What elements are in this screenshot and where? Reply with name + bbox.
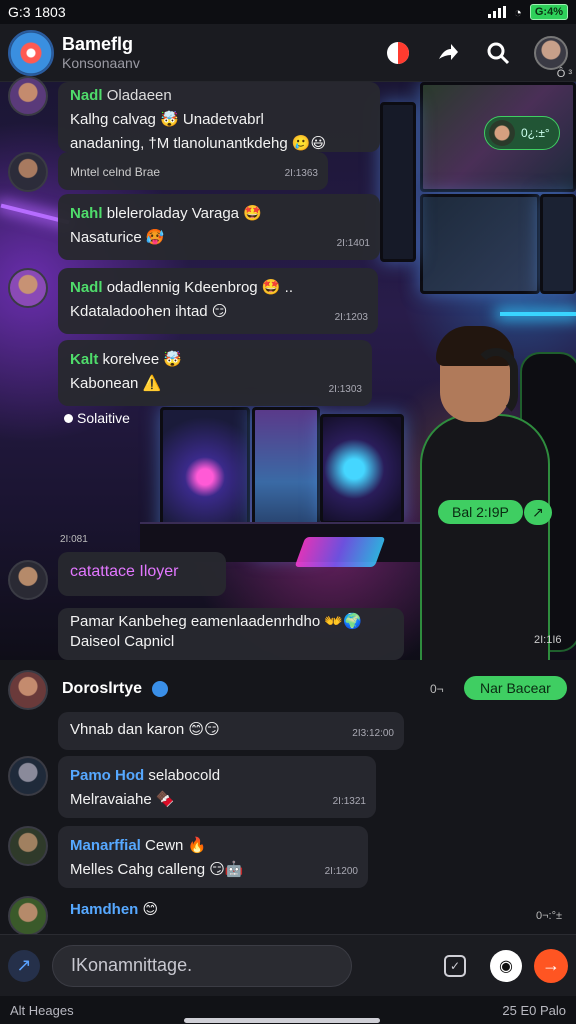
message-text: Kdataladoohen ihtad 😏	[70, 303, 228, 320]
status-chip[interactable]: 0¿:±°	[484, 116, 560, 150]
wall-monitor	[420, 194, 540, 294]
gamer-figure	[420, 326, 550, 660]
status-bar: G:3 1803 ◔ G:4%	[0, 0, 576, 24]
solaitive-label: Solaitive	[64, 410, 130, 426]
message-text: Kabonean ⚠️	[70, 375, 162, 392]
desk-monitor	[320, 414, 404, 524]
message-input[interactable]	[52, 944, 352, 987]
battery-indicator: G:4%	[529, 4, 568, 20]
message-text: Pamar Kanbeheg eamenlaadenrhdho 👐🌍	[70, 613, 362, 630]
sender-name: Hamdhen	[70, 901, 139, 918]
signal-icon	[488, 6, 507, 18]
sender-name: Pamo Hod	[70, 767, 145, 784]
attach-icon[interactable]: ↗	[8, 949, 40, 982]
chat-subtitle: Konsonaanv	[62, 55, 140, 71]
user-avatar[interactable]	[8, 756, 48, 796]
message-bubble[interactable]: Manarffial Cewn 🔥 Melles Cahg calleng 😏🤖…	[58, 826, 368, 888]
search-icon[interactable]	[484, 39, 512, 67]
message-time: 2I:1303	[328, 384, 362, 395]
sender-name: Nadl	[70, 279, 103, 296]
message-time: 2I:1321	[332, 796, 366, 807]
message-bubble[interactable]: Nadl odadlennig Kdeenbrog 🤩 .. Kdatalado…	[58, 268, 378, 334]
rgb-keyboard	[294, 537, 386, 567]
sender-extra: odadlennig Kdeenbrog 🤩 ..	[106, 279, 294, 296]
section-time-hint: 0¬	[430, 682, 444, 696]
message-bubble[interactable]: Vhnab dan karon 😊😏 2I3:12:00	[58, 712, 404, 750]
chat-header: Bameflg Konsonaanv Ô ³	[0, 24, 576, 82]
sender-name: Nahl	[70, 205, 103, 222]
verified-icon	[152, 680, 169, 697]
message-bubble[interactable]: Hamdhen 😊	[58, 896, 178, 936]
message-time: 2I:1363	[284, 168, 318, 179]
message-bubble[interactable]: Nahl bleleroladay Varaga 🤩 Nasaturice 🥵 …	[58, 194, 380, 260]
message-text: Nasaturice 🥵	[70, 229, 165, 246]
message-time: 2I3:12:00	[352, 728, 394, 739]
wall-monitor	[380, 102, 416, 262]
send-button[interactable]: →	[534, 948, 568, 983]
message-text: catattace Iloyer	[70, 563, 179, 580]
sender-extra: 😊	[142, 901, 159, 918]
chat-title-block[interactable]: Bameflg Konsonaanv	[62, 34, 384, 71]
share-icon[interactable]	[434, 39, 462, 67]
user-avatar[interactable]	[8, 826, 48, 866]
message-text: Kalhg calvag 🤯 Unadetvabrl	[70, 111, 264, 128]
user-avatar[interactable]	[8, 670, 48, 710]
solaitive-icon	[64, 414, 73, 423]
sender-section-header: Doroslrtye	[62, 680, 169, 698]
profile-avatar[interactable]	[534, 35, 568, 70]
user-avatar[interactable]	[8, 896, 48, 936]
outgoing-bubble[interactable]: ↗	[524, 500, 552, 525]
sender-extra: Cewn 🔥	[145, 837, 207, 854]
sender-name: Manarffial	[70, 837, 141, 854]
message-time: 2I:1401	[336, 238, 370, 249]
wifi-icon: ◔	[514, 4, 522, 20]
outgoing-bubble[interactable]: Bal 2:I9P	[438, 500, 523, 524]
message-text: Vhnab dan karon 😊😏	[70, 721, 220, 738]
scene-time: 2I:081	[60, 534, 88, 545]
user-avatar[interactable]	[8, 76, 48, 116]
message-text: Melravaiahe 🍫	[70, 791, 175, 808]
status-time: G:3 1803	[8, 4, 66, 20]
sender-extra: bleleroladay Varaga 🤩	[106, 205, 262, 222]
message-time: 2I:1203	[334, 312, 368, 323]
footer-left[interactable]: Alt Heages	[10, 1003, 74, 1018]
user-avatar[interactable]	[8, 560, 48, 600]
home-indicator[interactable]	[184, 1018, 380, 1023]
chip-avatar	[489, 120, 515, 146]
message-bubble[interactable]: catattace Iloyer	[58, 552, 226, 596]
sender-extra: korelvee 🤯	[102, 351, 183, 368]
pinned-time: 0¬:°±	[536, 910, 563, 922]
chip-text: 0¿:±°	[521, 126, 550, 140]
message-text: Melles Cahg calleng 😏🤖	[70, 861, 244, 878]
message-text: Mntel celnd Brae	[70, 165, 161, 179]
message-bubble[interactable]: Pamar Kanbeheg eamenlaadenrhdho 👐🌍 Daise…	[58, 608, 404, 660]
sender-name: Kalt	[70, 351, 99, 368]
wall-monitor	[540, 194, 576, 294]
camera-icon[interactable]: ◉	[490, 949, 522, 982]
message-bubble[interactable]: Pamo Hod selabocold Melravaiahe 🍫 2I:132…	[58, 756, 376, 818]
message-text: Daiseol Capnicl	[70, 633, 175, 650]
message-composer: ↗ ✓ ◉ →	[0, 934, 576, 996]
input-wrapper: ✓	[52, 944, 478, 987]
sticker-icon[interactable]: ✓	[444, 954, 466, 977]
neon-strip	[500, 312, 576, 316]
sender-name: Nadl	[70, 87, 103, 104]
message-bubble[interactable]: Kalt korelvee 🤯 Kabonean ⚠️ 2I:1303	[58, 340, 372, 406]
user-avatar[interactable]	[8, 152, 48, 192]
sender-extra: Oladaeen	[106, 87, 172, 104]
group-avatar[interactable]	[8, 29, 54, 76]
sender-extra: selabocold	[148, 767, 221, 784]
message-bubble[interactable]: Mntel celnd Brae 2I:1363	[58, 152, 328, 190]
message-bubble[interactable]: Nadl Oladaeen Kalhg calvag 🤯 Unadetvabrl…	[58, 82, 380, 152]
notification-icon[interactable]	[384, 39, 412, 67]
scene-time: 2I:1I6	[534, 634, 562, 646]
message-time: 2I:1200	[324, 866, 358, 877]
chat-title: Bameflg	[62, 34, 134, 54]
outgoing-bubble[interactable]: Nar Bacear	[464, 676, 567, 700]
avatar-badge: Ô ³	[556, 67, 572, 80]
footer-right[interactable]: 25 E0 Palo	[502, 1003, 566, 1018]
user-avatar[interactable]	[8, 268, 48, 308]
